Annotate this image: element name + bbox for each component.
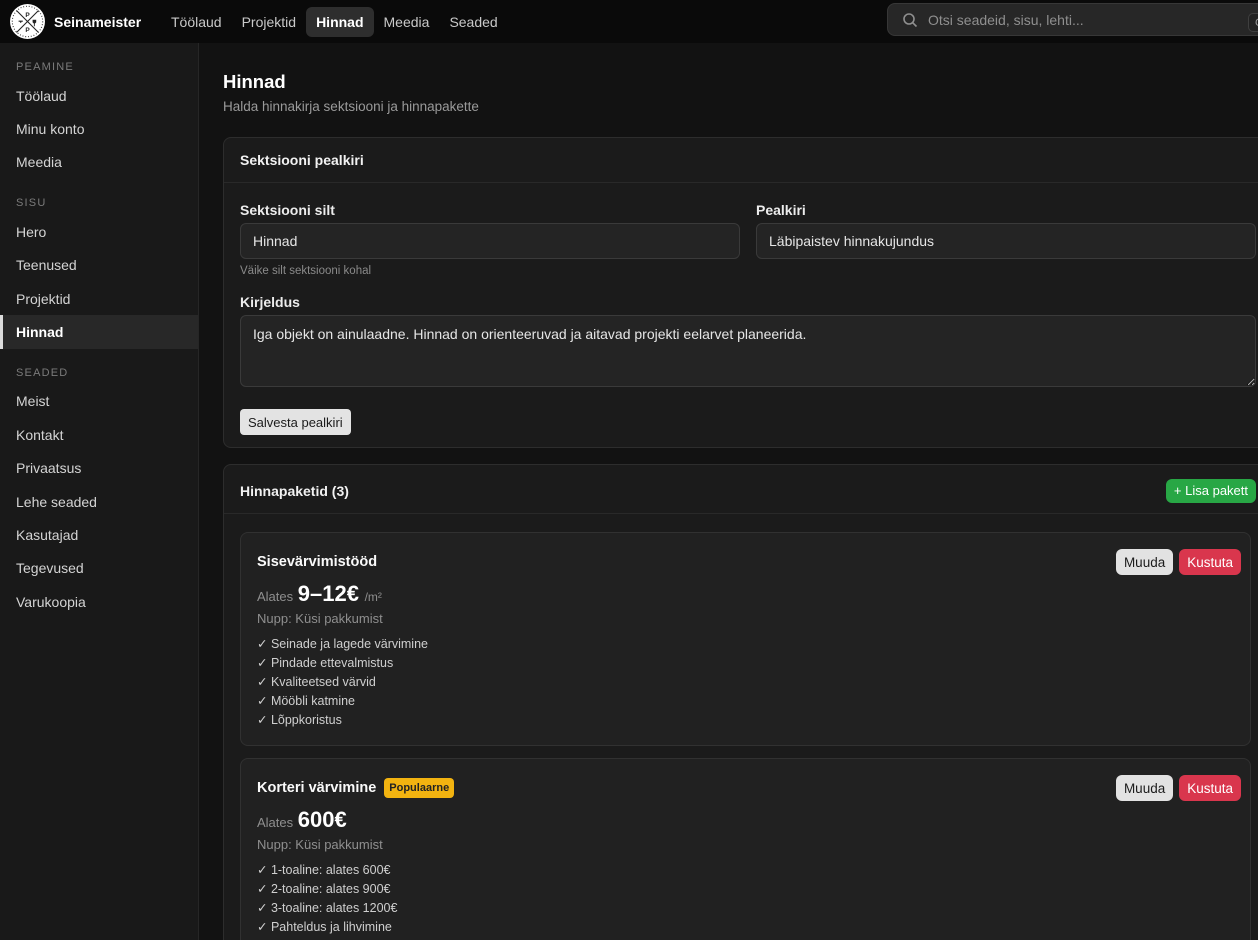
svg-text:P: P — [25, 27, 30, 34]
svg-text:P: P — [25, 12, 30, 19]
